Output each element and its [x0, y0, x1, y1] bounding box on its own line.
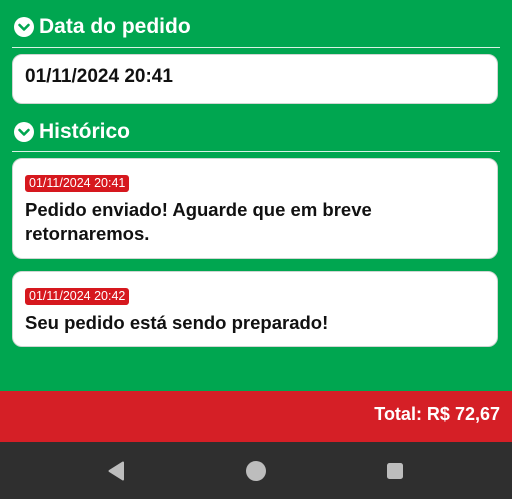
timestamp-badge: 01/11/2024 20:42 — [25, 288, 130, 305]
history-message: Seu pedido está sendo preparado! — [25, 312, 329, 333]
timestamp-badge: 01/11/2024 20:41 — [25, 175, 130, 192]
order-date-card: 01/11/2024 20:41 — [12, 54, 498, 104]
history-entry-card: 01/11/2024 20:41 Pedido enviado! Aguarde… — [12, 158, 498, 259]
history-message: Pedido enviado! Aguarde que em breve ret… — [25, 199, 372, 244]
order-date-heading: Data do pedido — [39, 15, 191, 38]
order-date-section-header[interactable]: Data do pedido — [14, 15, 191, 39]
history-entry-card: 01/11/2024 20:42 Seu pedido está sendo p… — [12, 271, 498, 347]
back-button[interactable] — [104, 458, 130, 484]
home-icon — [246, 461, 266, 481]
history-heading: Histórico — [39, 120, 131, 143]
order-date-value: 01/11/2024 20:41 — [25, 66, 173, 87]
chevron-down-circle-icon — [14, 122, 34, 142]
history-section-header[interactable]: Histórico — [14, 120, 130, 144]
home-button[interactable] — [243, 458, 269, 484]
system-navigation-bar — [0, 442, 512, 499]
order-total: Total: R$ 72,67 — [374, 404, 500, 424]
recents-icon — [387, 463, 403, 479]
back-icon — [108, 461, 124, 481]
total-bar: Total: R$ 72,67 — [0, 391, 512, 442]
divider — [12, 47, 500, 48]
recents-button[interactable] — [382, 458, 408, 484]
order-detail-screen: Data do pedido 01/11/2024 20:41 Históric… — [0, 0, 512, 499]
divider — [12, 151, 500, 152]
chevron-down-circle-icon — [14, 17, 34, 37]
